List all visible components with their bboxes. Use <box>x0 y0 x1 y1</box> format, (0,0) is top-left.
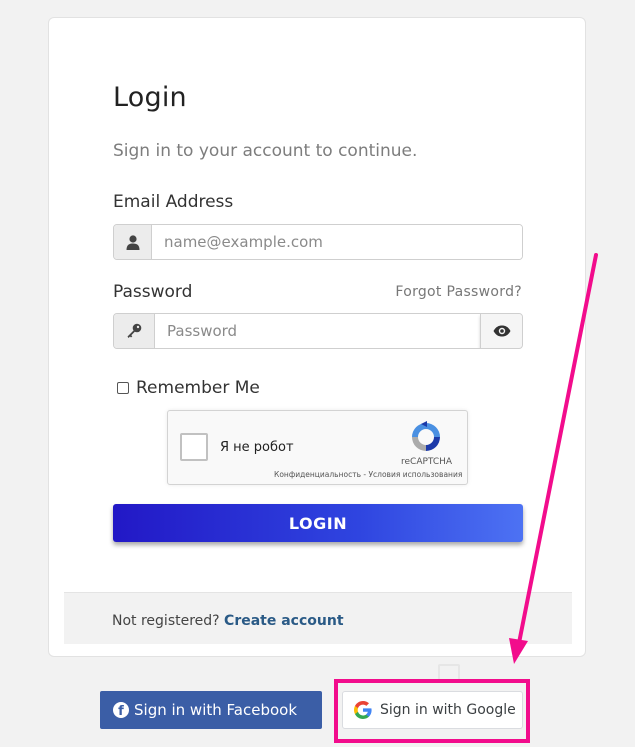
recaptcha-privacy-links[interactable]: Конфиденциальность - Условия использован… <box>274 470 462 479</box>
recaptcha-brand: reCAPTCHA <box>401 457 453 467</box>
user-icon <box>114 225 152 259</box>
email-label: Email Address <box>113 192 234 212</box>
password-input-group <box>113 313 523 349</box>
eye-icon <box>493 325 510 337</box>
password-field[interactable] <box>155 314 480 348</box>
create-account-link[interactable]: Create account <box>224 613 343 629</box>
facebook-signin-label: Sign in with Facebook <box>134 701 298 719</box>
password-label: Password <box>113 282 193 302</box>
forgot-password-link[interactable]: Forgot Password? <box>395 284 522 300</box>
recaptcha-logo-icon <box>412 421 440 451</box>
recaptcha-checkbox[interactable] <box>180 433 208 461</box>
password-toggle-button[interactable] <box>480 314 522 348</box>
card-footer: Not registered? Create account <box>64 592 572 644</box>
page-subtitle: Sign in to your account to continue. <box>113 141 418 161</box>
email-field[interactable] <box>152 225 522 259</box>
facebook-signin-button[interactable]: f Sign in with Facebook <box>100 691 322 729</box>
facebook-icon: f <box>113 702 129 718</box>
remember-me[interactable]: Remember Me <box>117 378 260 398</box>
login-button[interactable]: LOGIN <box>113 504 523 542</box>
not-registered-text: Not registered? <box>112 613 220 629</box>
remember-me-checkbox[interactable] <box>117 382 129 394</box>
register-prompt: Not registered? Create account <box>112 613 344 629</box>
recaptcha-label: Я не робот <box>220 440 294 455</box>
annotation-highlight-box <box>334 679 530 743</box>
key-icon <box>114 314 155 348</box>
recaptcha-widget: Я не робот reCAPTCHA Конфиденциальность … <box>167 410 468 485</box>
page-title: Login <box>113 82 187 113</box>
login-card: Login Sign in to your account to continu… <box>48 17 586 657</box>
email-input-group <box>113 224 523 260</box>
remember-me-label: Remember Me <box>136 378 260 398</box>
